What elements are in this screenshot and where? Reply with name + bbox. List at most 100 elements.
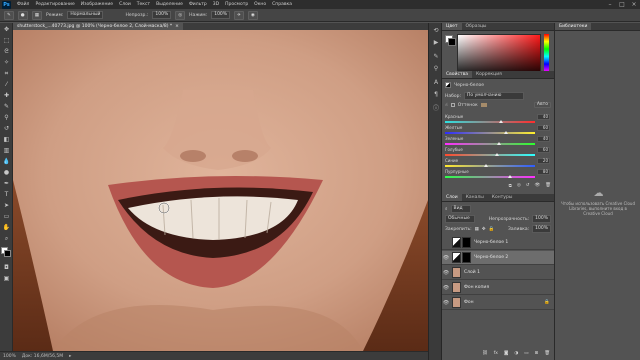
clone-source-icon[interactable]: ⚲ [432,65,440,73]
hand-tool-icon[interactable]: ✋ [2,223,11,232]
slider-track[interactable] [445,154,535,156]
lock-all-icon[interactable]: 🔒 [489,227,495,232]
dodge-tool-icon[interactable]: ● [2,168,11,177]
brush-tool-icon[interactable]: ✎ [4,10,14,20]
slider-value-field[interactable]: 20 [537,158,550,164]
background-color-swatch[interactable] [4,250,11,257]
auto-button[interactable]: Авто [533,102,551,108]
mask-thumb[interactable] [462,237,471,248]
paragraph-icon[interactable]: ¶ [432,91,440,99]
tab-channels[interactable]: Каналы [462,194,488,201]
slider-value-field[interactable]: 60 [537,147,550,153]
quick-select-tool-icon[interactable]: ✧ [2,58,11,67]
tab-swatches[interactable]: Образцы [462,23,491,30]
slider-thumb[interactable] [498,120,503,123]
view-previous-icon[interactable]: ◎ [517,183,521,189]
character-icon[interactable]: A [432,79,440,87]
color-background-swatch[interactable] [448,38,456,46]
pen-tool-icon[interactable]: ✒ [2,179,11,188]
slider-thumb[interactable] [504,131,509,134]
visibility-eye-icon[interactable]: 👁 [442,255,450,261]
lock-position-icon[interactable]: ✥ [482,227,486,232]
healing-tool-icon[interactable]: ✚ [2,91,11,100]
slider-thumb[interactable] [497,142,501,145]
pressure-size-icon[interactable]: ◉ [247,10,258,20]
opacity-field[interactable]: 100% [152,11,172,19]
zoom-tool-icon[interactable]: ⌕ [2,234,11,243]
tab-properties[interactable]: Свойства [442,71,472,78]
new-layer-icon[interactable]: ⊞ [535,351,539,356]
tab-adjustments[interactable]: Коррекция [472,71,506,78]
maximize-icon[interactable]: □ [618,0,626,9]
blur-tool-icon[interactable]: 💧 [2,157,11,166]
slider-value-field[interactable]: 60 [537,125,550,131]
layer-opacity-field[interactable]: 100% [532,215,551,223]
slider-track[interactable] [445,121,535,123]
quick-mask-icon[interactable]: ◘ [2,263,11,272]
tint-checkbox[interactable] [450,103,455,107]
zoom-level[interactable]: 100% [3,354,16,359]
slider-track[interactable] [445,165,535,167]
layer-row[interactable]: 👁 Фон 🔒 [442,296,554,310]
move-tool-icon[interactable]: ✥ [2,25,11,34]
menu-3d[interactable]: 3D [210,2,222,7]
gradient-tool-icon[interactable]: ▥ [2,146,11,155]
marquee-tool-icon[interactable]: ⬚ [2,36,11,45]
slider-value-field[interactable]: 40 [537,136,550,142]
screen-mode-icon[interactable]: ▣ [2,274,11,283]
fill-field[interactable]: 100% [532,225,551,233]
slider-value-field[interactable]: 40 [537,114,550,120]
menu-edit[interactable]: Редактирование [32,2,77,7]
airbrush-icon[interactable]: ✈ [234,10,244,20]
menu-help[interactable]: Справка [269,2,295,7]
slider-thumb[interactable] [484,164,489,167]
slider-track[interactable] [445,132,535,134]
brush-preset-picker[interactable]: ● [17,10,28,20]
status-arrow-icon[interactable]: ▸ [69,354,71,359]
minimize-icon[interactable]: – [606,0,614,9]
reset-icon[interactable]: ↺ [526,183,530,189]
tab-layers[interactable]: Слои [442,194,462,201]
layer-row[interactable]: 👁 Черно-белое 2 [442,251,554,265]
slider-value-field[interactable]: 80 [537,169,550,175]
menu-filter[interactable]: Фильтр [186,2,210,7]
link-layers-icon[interactable]: ⛓ [482,351,488,356]
tab-libraries[interactable]: Библиотеки [555,23,592,30]
new-group-icon[interactable]: ▭ [524,351,528,356]
actions-icon[interactable]: ▶ [432,39,440,47]
menu-select[interactable]: Выделение [153,2,186,7]
add-mask-icon[interactable]: ◙ [504,351,508,356]
pressure-opacity-icon[interactable]: ◎ [175,10,186,20]
layer-row[interactable]: Черно-белое 1 [442,236,554,250]
visibility-eye-icon[interactable]: 👁 [442,300,450,306]
slider-thumb[interactable] [495,153,500,156]
mode-select[interactable]: Нормальный [67,11,104,19]
eyedropper-tool-icon[interactable]: ⁄ [2,80,11,89]
layer-filter-select[interactable]: Вид [450,205,471,213]
menu-window[interactable]: Окно [251,2,269,7]
brush-panel-toggle-icon[interactable]: ▦ [31,10,42,20]
close-icon[interactable]: × [630,0,638,9]
shape-tool-icon[interactable]: ▭ [2,212,11,221]
tab-color[interactable]: Цвет [442,23,462,30]
toggle-visibility-icon[interactable]: 👁 [535,183,541,189]
lasso-tool-icon[interactable]: ᘓ [2,47,11,56]
menu-type[interactable]: Текст [134,2,153,7]
tab-paths[interactable]: Контуры [488,194,517,201]
menu-image[interactable]: Изображение [78,2,116,7]
brush-presets-icon[interactable]: ✎ [432,53,440,61]
tint-color-swatch[interactable] [480,103,487,107]
layer-style-icon[interactable]: fx [494,351,498,356]
history-brush-tool-icon[interactable]: ↺ [2,124,11,133]
lock-pixels-icon[interactable]: ▦ [475,227,479,232]
layer-row[interactable]: 👁 Слой 1 [442,266,554,280]
clone-stamp-tool-icon[interactable]: ⚲ [2,113,11,122]
visibility-eye-icon[interactable]: 👁 [442,270,450,276]
menu-layers[interactable]: Слои [116,2,134,7]
layer-row[interactable]: 👁 Фон копия [442,281,554,295]
slider-track[interactable] [445,176,535,178]
menu-view[interactable]: Просмотр [222,2,251,7]
delete-layer-icon[interactable]: 🗑 [544,351,550,356]
document-canvas[interactable] [13,30,428,351]
slider-track[interactable] [445,143,535,145]
